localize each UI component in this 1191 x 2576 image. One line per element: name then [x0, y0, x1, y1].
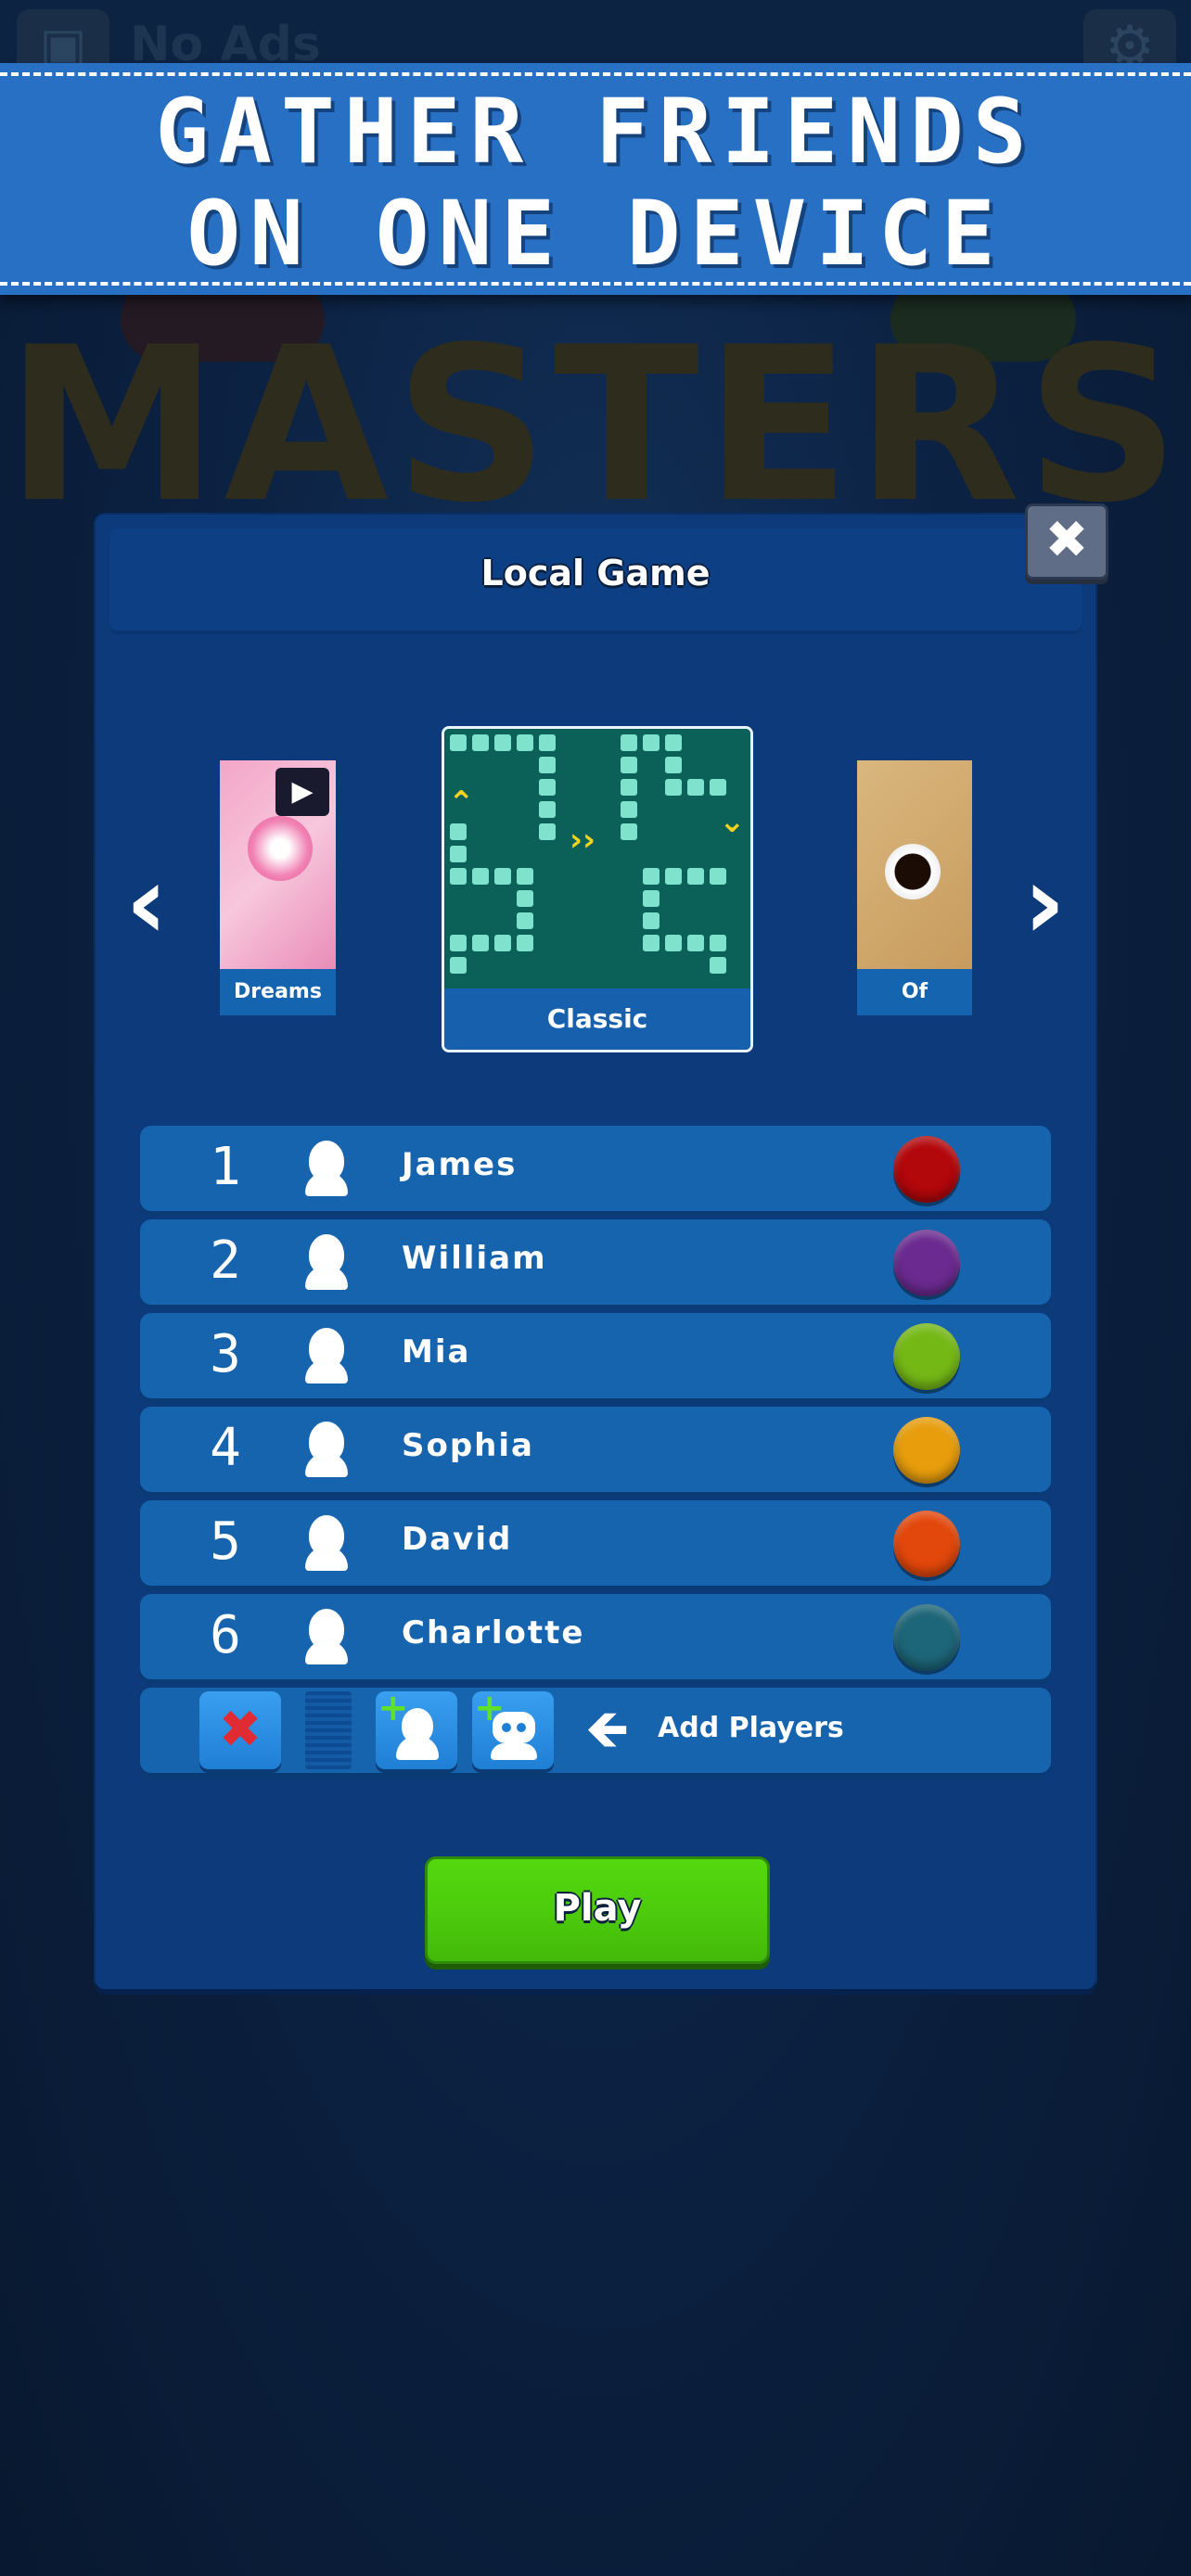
player-number: 1 [210, 1137, 241, 1197]
play-button[interactable]: Play [425, 1856, 770, 1964]
add-human-player-button[interactable]: + [376, 1687, 457, 1769]
player-number: 4 [210, 1418, 241, 1478]
player-name[interactable]: Sophia [402, 1427, 534, 1464]
chevron-pattern-icon: ›› [570, 822, 596, 859]
board-thumbnail [857, 760, 972, 969]
plus-icon: + [474, 1687, 506, 1729]
human-player-icon[interactable] [305, 1515, 348, 1571]
row-divider [305, 1691, 352, 1769]
board-label: Of [857, 969, 972, 1015]
player-row[interactable]: 3 Mia [140, 1313, 1051, 1398]
chevron-left-icon: ‹ [125, 843, 168, 962]
player-row[interactable]: 1 James [140, 1126, 1051, 1211]
arrow-left-icon: 🡸 [585, 1697, 630, 1760]
promo-banner: GATHER FRIENDS ON ONE DEVICE [0, 63, 1191, 295]
player-name[interactable]: James [402, 1146, 517, 1183]
player-name[interactable]: Mia [402, 1333, 470, 1371]
player-row[interactable]: 6 Charlotte [140, 1594, 1051, 1679]
plus-icon: + [378, 1687, 409, 1729]
human-player-icon[interactable] [305, 1234, 348, 1290]
player-color-token[interactable] [893, 1511, 960, 1577]
chevron-pattern-icon: ⌄ [719, 803, 746, 840]
board-label: Classic [444, 988, 750, 1050]
player-number: 3 [210, 1324, 241, 1384]
close-icon: ✖ [1044, 510, 1089, 570]
add-players-row: ✖ + + 🡸 Add Players [140, 1688, 1051, 1773]
video-play-icon: ▶ [275, 768, 329, 816]
board-thumbnail: ▶ [220, 760, 336, 969]
banner-line-2: ON ONE DEVICE [186, 182, 1005, 286]
remove-x-icon: ✖ [218, 1700, 263, 1760]
player-row[interactable]: 5 David [140, 1500, 1051, 1586]
board-label: Dreams [220, 969, 336, 1015]
human-player-icon[interactable] [305, 1328, 348, 1384]
player-color-token[interactable] [893, 1136, 960, 1203]
chevron-pattern-icon: ⌃ [448, 784, 475, 822]
banner-line-1: GATHER FRIENDS [155, 80, 1036, 184]
human-player-icon[interactable] [305, 1141, 348, 1196]
remove-player-button[interactable]: ✖ [199, 1691, 281, 1769]
dialog-title: Local Game [480, 553, 711, 593]
player-color-token[interactable] [893, 1417, 960, 1484]
player-row[interactable]: 2 William [140, 1219, 1051, 1305]
player-name[interactable]: David [402, 1521, 512, 1558]
player-number: 6 [210, 1605, 241, 1665]
player-number: 5 [210, 1511, 241, 1572]
player-color-token[interactable] [893, 1604, 960, 1671]
dialog-header: Local Game [109, 529, 1082, 631]
carousel-next-button[interactable]: › [1007, 851, 1082, 953]
add-players-label: Add Players [658, 1712, 844, 1744]
chevron-right-icon: › [1023, 843, 1066, 962]
game-logo: MASTERS [6, 302, 1185, 550]
player-row[interactable]: 4 Sophia [140, 1407, 1051, 1492]
board-thumbnail: ⌃ ›› ⌄ [444, 729, 750, 988]
human-player-icon[interactable] [305, 1609, 348, 1664]
board-card-dreams[interactable]: ▶ Dreams [220, 760, 336, 1015]
player-name[interactable]: William [402, 1240, 547, 1277]
player-number: 2 [210, 1231, 241, 1291]
coffee-cup-decoration [885, 844, 941, 899]
player-color-token[interactable] [893, 1230, 960, 1296]
close-button[interactable]: ✖ [1025, 504, 1108, 580]
carousel-prev-button[interactable]: ‹ [109, 851, 184, 953]
board-card-office[interactable]: Of [857, 760, 972, 1015]
human-player-icon[interactable] [305, 1422, 348, 1477]
lollipop-decoration [248, 816, 313, 881]
board-card-classic[interactable]: ⌃ ›› ⌄ Classic [442, 726, 753, 1052]
play-button-label: Play [553, 1887, 642, 1930]
player-color-token[interactable] [893, 1323, 960, 1390]
player-name[interactable]: Charlotte [402, 1614, 584, 1651]
add-bot-player-button[interactable]: + [472, 1687, 554, 1769]
